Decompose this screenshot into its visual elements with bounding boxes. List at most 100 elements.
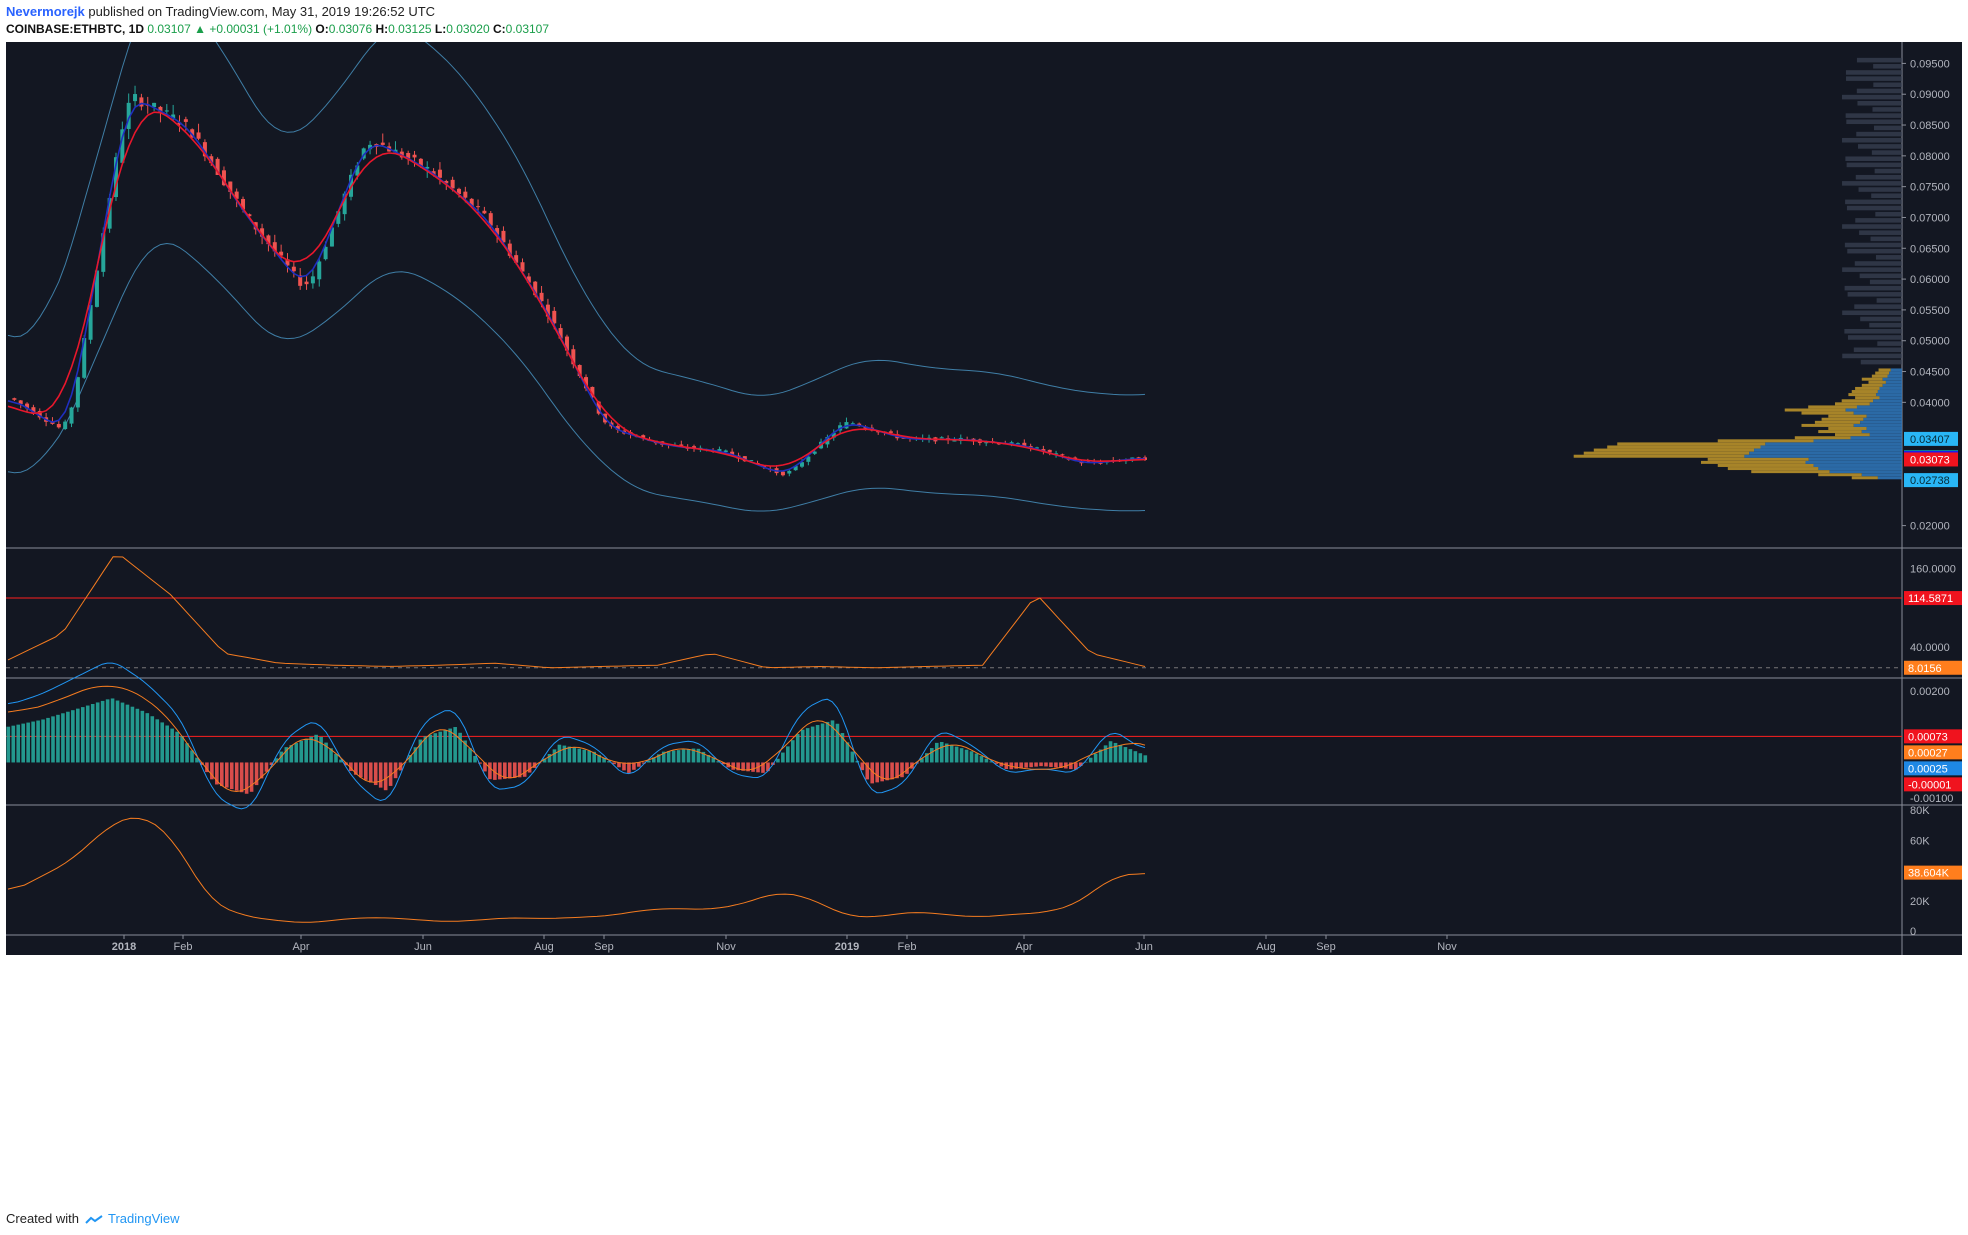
volume-profile-up-bar [1855,396,1880,400]
volume-profile-up-bar [1814,420,1861,424]
volume-profile-down-bar [1860,420,1902,424]
oscillator-label: 114.5871 [1908,593,1953,605]
macd-histogram-bar [66,711,70,763]
macd-histogram-bar [239,762,244,793]
volume-profile-faded-bar [1875,211,1902,217]
macd-histogram-bar [294,743,299,763]
volume-tick-label: 80K [1910,805,1930,817]
tradingview-link[interactable]: TradingView [108,1211,180,1226]
macd-histogram-bar [359,762,363,778]
oscillator-tick-label: 40.0000 [1910,642,1950,654]
volume-profile-down-bar [1805,460,1902,464]
candle-body [412,154,417,158]
macd-label: 0.00073 [1908,731,1948,743]
macd-histogram-bar [964,749,969,763]
macd-tick-label: 0.00200 [1910,686,1950,698]
volume-profile-down-bar [1744,454,1902,458]
volume-profile-faded-bar [1873,82,1902,88]
volume-profile-down-bar [1813,463,1902,467]
macd-histogram-bar [229,762,234,790]
volume-profile-faded-bar [1859,230,1902,235]
volume-profile-down-bar [1853,411,1902,415]
candle-body [437,169,442,178]
chart-background [6,42,1962,955]
volume-profile-down-bar [1760,445,1902,449]
macd-histogram-bar [959,748,964,763]
macd-histogram-bar [95,702,100,763]
volume-profile-up-bar [1848,393,1877,397]
volume-profile-down-bar [1890,368,1902,372]
macd-histogram-bar [1049,762,1053,767]
time-tick-label: Aug [1256,941,1276,953]
volume-profile-down-bar [1882,383,1902,387]
volume-profile-down-bar [1861,430,1902,434]
macd-histogram-bar [676,750,681,763]
volume-profile-faded-bar [1842,353,1902,359]
volume-profile-up-bar [1593,448,1755,452]
macd-histogram-bar [304,738,309,763]
volume-profile-faded-bar [1871,193,1902,198]
volume-profile-down-bar [1877,476,1902,480]
volume-profile-up-bar [1717,463,1814,467]
macd-histogram-bar [751,762,755,772]
candle-body [780,471,785,476]
macd-histogram-bar [448,728,452,763]
volume-profile-down-bar [1845,408,1902,412]
candle-body [482,210,487,214]
time-tick-label: Jun [414,941,432,953]
price-tick-label: 0.07500 [1910,182,1950,194]
author-link[interactable]: Nevermorejk [6,4,85,19]
macd-histogram-bar [488,762,492,780]
macd-histogram-bar [180,736,184,763]
time-tick-label: 2018 [112,941,136,953]
chart-area[interactable]: 0.09500 0.09000 0.08500 0.08000 0.07500 0.070… [6,42,1962,1199]
volume-profile-up-bar [1607,445,1761,449]
macd-histogram-bar [155,719,160,763]
macd-histogram-bar [498,762,502,780]
volume-profile-up-bar [1727,467,1819,471]
macd-histogram-bar [140,710,145,763]
volume-profile-down-bar [1861,473,1902,477]
volume-profile-up-bar [1573,454,1745,458]
candle-body [787,470,792,474]
macd-histogram-bar [428,734,433,763]
volume-profile-up-bar [1841,399,1874,403]
macd-histogram-bar [76,708,80,763]
volume-profile-down-bar [1869,402,1902,406]
candle-body [56,424,61,428]
volume-profile-down-bar [1829,470,1902,474]
macd-histogram-bar [885,762,889,781]
price-change: +0.00031 (+1.01%) [209,22,313,36]
volume-profile-down-bar [1808,457,1902,461]
volume-profile-down-bar [1866,414,1902,418]
volume-profile-faded-bar [1876,298,1902,303]
price-tick-label: 0.05000 [1910,336,1950,348]
volume-profile-up-bar [1835,433,1870,437]
candle-body [952,440,957,442]
volume-profile-faded-bar [1871,150,1902,155]
candle-body [291,266,296,272]
volume-profile-faded-bar [1842,224,1902,229]
time-tick-label: Nov [1437,941,1457,953]
macd-histogram-bar [1034,762,1038,767]
price-tick-label: 0.07000 [1910,212,1950,224]
volume-profile-down-bar [1873,399,1902,403]
macd-histogram-bar [249,762,254,792]
volume-profile-faded-bar [1859,273,1902,279]
volume-profile-down-bar [1879,386,1902,390]
macd-histogram-bar [80,707,85,763]
macd-histogram-bar [587,750,592,763]
volume-profile-down-bar [1749,451,1902,455]
macd-histogram-bar [984,758,989,763]
volume-profile-up-bar [1617,442,1766,446]
close-label: C: [492,22,506,36]
volume-profile-faded-bar [1847,248,1902,254]
macd-histogram-bar [458,732,462,763]
macd-histogram-bar [26,722,30,763]
macd-histogram-bar [160,722,165,763]
volume-profile-faded-bar [1845,113,1902,118]
time-tick-label: Feb [174,941,193,953]
volume-profile-faded-bar [1846,162,1902,168]
volume-profile-faded-bar [1857,100,1902,106]
macd-histogram-bar [378,762,383,788]
